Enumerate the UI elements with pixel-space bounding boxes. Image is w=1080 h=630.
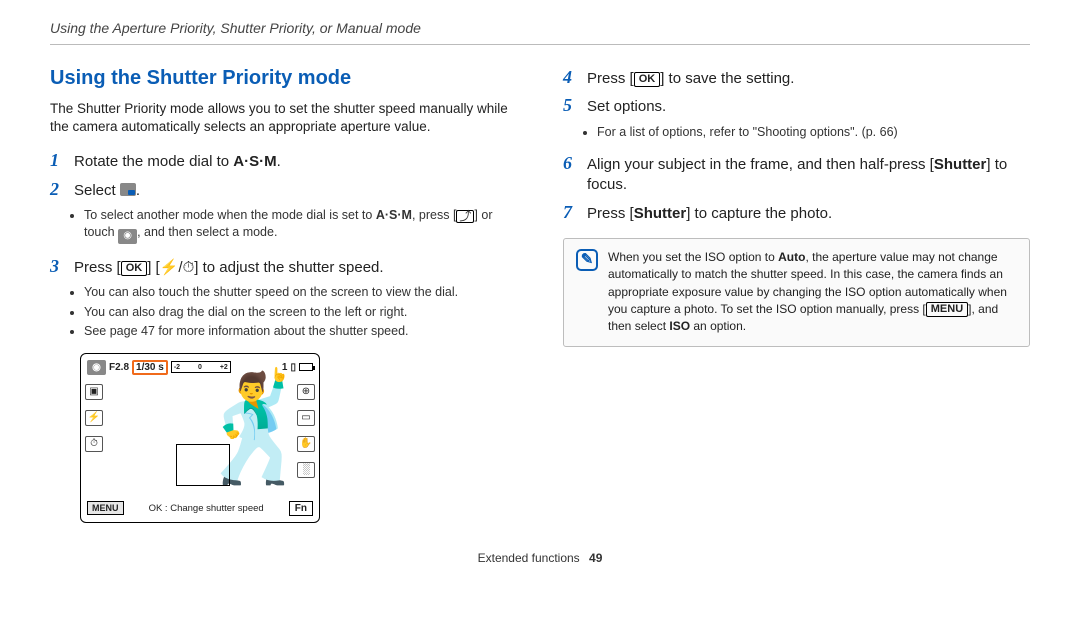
ok-button-label: OK: [634, 72, 661, 87]
step-5-text: Set options.: [587, 97, 666, 117]
step-number: 3: [50, 256, 64, 277]
shutter-button-label: Shutter: [634, 205, 687, 222]
mode-dial-label-inline: A·S·M: [376, 208, 412, 222]
section-heading: Using the Shutter Priority mode: [50, 67, 517, 90]
camera-touch-icon: ◉: [118, 229, 137, 244]
step-7: 7 Press [Shutter] to capture the photo.: [563, 202, 1030, 224]
aperture-readout: F2.8: [109, 362, 129, 373]
note-pre: When you set the ISO option to: [608, 250, 778, 264]
camera-lcd-screenshot: 🕺 ◉ F2.8 1/30 s -20+2 1 ▯ ▣: [80, 353, 320, 523]
step-1-text-pre: Rotate the mode dial to: [74, 153, 233, 170]
step-2-text-pre: Select: [74, 182, 120, 199]
lcd-left-icons: ▣ ⚡ ⏱: [85, 384, 103, 452]
shutter-priority-mode-icon: [120, 183, 136, 196]
lcd-right-icons: ⊕ ▭ ✋ ░: [297, 384, 315, 478]
step-2-sub-a-pre: To select another mode when the mode dia…: [84, 208, 376, 222]
right-column: 4 Press [OK] to save the setting. 5 Set …: [563, 67, 1030, 523]
battery-icon: [299, 363, 313, 371]
lcd-menu-label: MENU: [87, 501, 124, 515]
note-end: an option.: [690, 319, 746, 333]
exposure-meter: -20+2: [171, 361, 231, 373]
drive-mode-icon: ▣: [85, 384, 103, 400]
step-number: 2: [50, 179, 64, 200]
intro-paragraph: The Shutter Priority mode allows you to …: [50, 100, 517, 136]
mode-indicator-icon: ◉: [87, 360, 106, 375]
quality-icon: ░: [297, 462, 315, 478]
size-icon: ▭: [297, 410, 315, 426]
step-number: 6: [563, 153, 577, 174]
timer-icon: ⏱: [183, 259, 195, 276]
step-number: 7: [563, 202, 577, 223]
timer-off-icon: ⏱: [85, 436, 103, 452]
info-note-body: When you set the ISO option to Auto, the…: [608, 249, 1017, 336]
step-5-sub-a: For a list of options, refer to "Shootin…: [597, 124, 1030, 142]
step-5: 5 Set options.: [563, 95, 1030, 117]
step-4: 4 Press [OK] to save the setting.: [563, 67, 1030, 89]
footer-page-number: 49: [589, 551, 602, 565]
step-2: 2 Select .: [50, 179, 517, 201]
step-2-text-post: .: [136, 182, 140, 199]
iso-label: ISO: [669, 319, 690, 333]
step-3-text-mid: ] [: [147, 259, 160, 276]
mode-dial-label: A·S·M: [233, 153, 276, 170]
step-1-text-post: .: [277, 153, 281, 170]
note-auto-label: Auto: [778, 250, 805, 264]
info-note: ✎ When you set the ISO option to Auto, t…: [563, 238, 1030, 347]
sd-card-icon: ▯: [290, 362, 296, 373]
lcd-caption: OK : Change shutter speed: [128, 503, 285, 514]
shot-count: 1: [282, 362, 288, 373]
flash-icon: ⚡: [160, 259, 179, 276]
step-3-sub-c: See page 47 for more information about t…: [84, 323, 517, 341]
step-4-text-post: ] to save the setting.: [660, 70, 794, 87]
step-2-sub-a-end: , and then select a mode.: [137, 225, 277, 239]
af-mode-icon: ⊕: [297, 384, 315, 400]
step-3-sublist: You can also touch the shutter speed on …: [84, 284, 517, 341]
menu-button-label: MENU: [926, 302, 968, 317]
footer-section: Extended functions: [478, 551, 580, 565]
step-number: 5: [563, 95, 577, 116]
ok-button-label: OK: [121, 261, 148, 276]
step-1: 1 Rotate the mode dial to A·S·M.: [50, 150, 517, 172]
step-3-text-pre: Press [: [74, 259, 121, 276]
back-icon: ⤴: [456, 210, 474, 223]
step-3-text-post: ] to adjust the shutter speed.: [194, 259, 383, 276]
step-5-sublist: For a list of options, refer to "Shootin…: [597, 124, 1030, 142]
step-4-text-pre: Press [: [587, 70, 634, 87]
step-2-sub-a-mid: , press [: [412, 208, 456, 222]
step-2-sublist: To select another mode when the mode dia…: [84, 207, 517, 244]
ois-icon: ✋: [297, 436, 315, 452]
step-7-text-post: ] to capture the photo.: [686, 205, 832, 222]
step-number: 1: [50, 150, 64, 171]
step-number: 4: [563, 67, 577, 88]
step-3: 3 Press [OK] [⚡/⏱] to adjust the shutter…: [50, 256, 517, 278]
flash-mode-icon: ⚡: [85, 410, 103, 426]
step-3-sub-a: You can also touch the shutter speed on …: [84, 284, 517, 302]
page-footer: Extended functions 49: [50, 551, 1030, 565]
left-column: Using the Shutter Priority mode The Shut…: [50, 67, 517, 523]
step-7-text-pre: Press [: [587, 205, 634, 222]
running-head: Using the Aperture Priority, Shutter Pri…: [50, 20, 1030, 45]
shutter-button-label: Shutter: [934, 156, 987, 173]
step-6-text-pre: Align your subject in the frame, and the…: [587, 156, 934, 173]
step-3-sub-b: You can also drag the dial on the screen…: [84, 304, 517, 322]
lcd-fn-label: Fn: [289, 501, 313, 516]
info-icon: ✎: [576, 249, 598, 271]
focus-frame: [176, 444, 230, 486]
shutter-readout-highlighted: 1/30 s: [132, 360, 168, 375]
step-6: 6 Align your subject in the frame, and t…: [563, 153, 1030, 196]
